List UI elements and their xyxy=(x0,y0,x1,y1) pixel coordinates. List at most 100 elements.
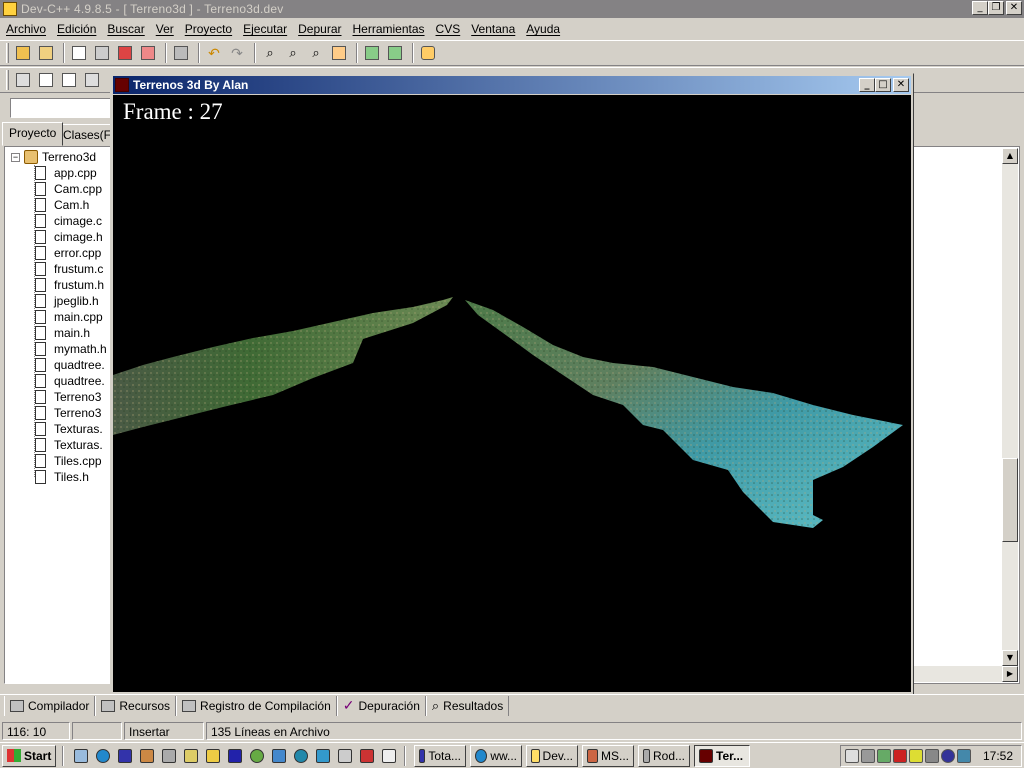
scroll-right-icon[interactable]: ▶ xyxy=(1002,666,1018,682)
volume-icon[interactable] xyxy=(844,749,859,763)
tree-file-item[interactable]: frustum.h xyxy=(35,277,104,293)
tree-file-item[interactable]: cimage.h xyxy=(35,229,103,245)
task-button[interactable]: Dev... xyxy=(526,744,578,767)
child-minimize-button[interactable]: _ xyxy=(859,78,875,92)
menu-depurar[interactable]: Depurar xyxy=(294,22,345,36)
devcpp-app-icon[interactable] xyxy=(3,2,17,16)
view-grid-icon[interactable] xyxy=(13,70,33,90)
floppy-icon[interactable] xyxy=(116,747,134,765)
app-icon-15[interactable] xyxy=(380,747,398,765)
close-file-icon[interactable] xyxy=(138,43,158,63)
show-desktop-icon[interactable] xyxy=(72,747,90,765)
app-icon-12[interactable] xyxy=(314,747,332,765)
scroll-down-icon[interactable]: ▼ xyxy=(1002,650,1018,666)
open-project-icon[interactable] xyxy=(36,43,56,63)
opengl-app-icon[interactable] xyxy=(115,78,129,92)
network-icon[interactable] xyxy=(860,749,875,763)
task-button[interactable]: Tota... xyxy=(414,744,466,767)
menu-archivo[interactable]: Archivo xyxy=(2,22,50,36)
tree-file-item[interactable]: app.cpp xyxy=(35,165,97,181)
vertical-scrollbar[interactable]: ▲ ▼ xyxy=(1002,148,1018,666)
tree-file-item[interactable]: main.cpp xyxy=(35,309,103,325)
help-icon[interactable] xyxy=(418,43,438,63)
app-icon-5[interactable] xyxy=(160,747,178,765)
tab-registro[interactable]: Registro de Compilación xyxy=(176,695,337,716)
class-combo[interactable] xyxy=(10,98,112,118)
menu-cvs[interactable]: CVS xyxy=(432,22,465,36)
tree-file-item[interactable]: Tiles.h xyxy=(35,469,89,485)
tree-file-item[interactable]: Terreno3 xyxy=(35,389,101,405)
menu-ver[interactable]: Ver xyxy=(152,22,178,36)
find-icon[interactable]: ⌕ xyxy=(260,43,280,63)
app-icon-11[interactable] xyxy=(292,747,310,765)
tab-compilador[interactable]: Compilador xyxy=(4,695,96,716)
tree-file-item[interactable]: mymath.h xyxy=(35,341,107,357)
horizontal-scrollbar[interactable]: ▶ xyxy=(912,666,1018,682)
toolbar-grip[interactable] xyxy=(6,43,9,63)
clock[interactable]: 17:52 xyxy=(983,749,1013,763)
restore-button[interactable]: ❐ xyxy=(988,1,1004,15)
menu-edicion[interactable]: Edición xyxy=(53,22,100,36)
render-canvas[interactable]: Frame : 27 xyxy=(113,95,911,692)
tree-file-item[interactable]: main.h xyxy=(35,325,90,341)
tree-file-item[interactable]: quadtree. xyxy=(35,357,105,373)
tray-icon-8[interactable] xyxy=(956,749,971,763)
collapse-icon[interactable]: − xyxy=(11,152,20,162)
tree-file-item[interactable]: Texturas. xyxy=(35,437,103,453)
undo-icon[interactable]: ↶ xyxy=(204,43,224,63)
menu-buscar[interactable]: Buscar xyxy=(103,22,148,36)
menu-ayuda[interactable]: Ayuda xyxy=(522,22,564,36)
child-close-button[interactable]: ✕ xyxy=(893,78,909,92)
app-icon-9[interactable] xyxy=(248,747,266,765)
tab-resultados[interactable]: ⌕ Resultados xyxy=(425,695,510,716)
tree-file-item[interactable]: Texturas. xyxy=(35,421,103,437)
tray-icon-4[interactable] xyxy=(892,749,907,763)
remove-from-project-icon[interactable] xyxy=(385,43,405,63)
tree-file-item[interactable]: Cam.cpp xyxy=(35,181,102,197)
tray-icon-5[interactable] xyxy=(908,749,923,763)
main-title-bar[interactable]: Dev-C++ 4.9.8.5 - [ Terreno3d ] - Terren… xyxy=(0,0,1024,18)
menu-ventana[interactable]: Ventana xyxy=(467,22,519,36)
tab-recursos[interactable]: Recursos xyxy=(95,695,177,716)
app-icon-7[interactable] xyxy=(204,747,222,765)
child-maximize-button[interactable]: □ xyxy=(875,78,891,92)
view-window-icon[interactable] xyxy=(36,70,56,90)
tree-file-item[interactable]: cimage.c xyxy=(35,213,102,229)
close-button[interactable]: ✕ xyxy=(1006,1,1022,15)
redo-icon[interactable]: ↷ xyxy=(227,43,247,63)
new-project-icon[interactable] xyxy=(13,43,33,63)
app-icon-14[interactable] xyxy=(358,747,376,765)
menu-proyecto[interactable]: Proyecto xyxy=(181,22,236,36)
task-button[interactable]: Rod... xyxy=(638,744,690,767)
tray-icon-3[interactable] xyxy=(876,749,891,763)
tree-file-item[interactable]: error.cpp xyxy=(35,245,101,261)
app-icon-10[interactable] xyxy=(270,747,288,765)
print-icon[interactable] xyxy=(171,43,191,63)
tree-file-item[interactable]: jpeglib.h xyxy=(35,293,99,309)
project-tree[interactable]: − Terreno3d app.cpp Cam.cpp Cam.h cimage… xyxy=(4,146,112,684)
start-button[interactable]: Start xyxy=(2,744,56,767)
app-icon-8[interactable] xyxy=(226,747,244,765)
task-button-active[interactable]: Ter... xyxy=(694,744,750,767)
goto-line-icon[interactable] xyxy=(329,43,349,63)
tree-file-item[interactable]: Terreno3 xyxy=(35,405,101,421)
add-to-project-icon[interactable] xyxy=(362,43,382,63)
app-icon-13[interactable] xyxy=(336,747,354,765)
app-icon-6[interactable] xyxy=(182,747,200,765)
ie-icon[interactable] xyxy=(94,747,112,765)
save-all-icon[interactable] xyxy=(115,43,135,63)
app-icon-4[interactable] xyxy=(138,747,156,765)
toolbar2-grip[interactable] xyxy=(6,70,9,90)
view-split-icon[interactable] xyxy=(82,70,102,90)
view-panel-icon[interactable] xyxy=(59,70,79,90)
task-button[interactable]: MS... xyxy=(582,744,634,767)
tab-depuracion[interactable]: ✓ Depuración xyxy=(336,695,426,716)
save-icon[interactable] xyxy=(92,43,112,63)
scroll-up-icon[interactable]: ▲ xyxy=(1002,148,1018,164)
new-file-icon[interactable] xyxy=(69,43,89,63)
terrain-render-window[interactable]: Terrenos 3d By Alan _ □ ✕ Frame: 27 xyxy=(110,73,914,695)
replace-icon[interactable]: ⌕ xyxy=(283,43,303,63)
project-name[interactable]: Terreno3d xyxy=(42,150,96,164)
minimize-button[interactable]: _ xyxy=(972,1,988,15)
tray-icon-7[interactable] xyxy=(940,749,955,763)
